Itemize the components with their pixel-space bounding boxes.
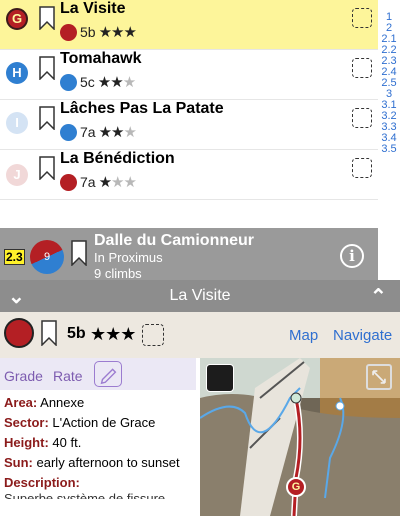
area-line: Area: Annexe [4,395,200,411]
climb-name: La Bénédiction [60,150,175,167]
climb-name: Lâches Pas La Patate [60,100,224,117]
area-value: Annexe [40,395,85,410]
sun-label: Sun: [4,455,33,470]
climb-grade: 5c [80,74,95,90]
route-letter-badge: I [6,112,28,134]
route-letter-badge: G [6,8,28,30]
sun-value: early afternoon to sunset [36,455,180,470]
description-line: Description: [4,475,200,491]
detail-header: ⌄ La Visite ⌃ [0,280,400,312]
route-letter-badge: J [6,164,28,186]
height-value: 40 ft. [52,435,82,450]
sport-type-icon [60,123,77,141]
tick-checkbox[interactable] [352,58,372,78]
route-photo[interactable]: G [200,358,400,516]
bookmark-icon[interactable] [40,320,58,346]
edit-icon[interactable] [94,361,122,387]
detail-toolbar: 5b ★★★ Map Navigate [0,312,400,358]
tick-checkbox[interactable] [142,324,164,346]
sun-line: Sun: early afternoon to sunset [4,455,200,471]
height-line: Height: 40 ft. [4,435,200,451]
climb-row-la-visite[interactable]: G La Visite 5b ★★★ [0,0,378,50]
bookmark-icon[interactable] [70,240,88,266]
climb-row-tomahawk[interactable]: H Tomahawk 5c ★★★ [0,50,378,100]
chevron-up-icon[interactable]: ⌃ [370,284,387,309]
expand-photo-icon[interactable] [366,364,392,390]
bookmark-icon[interactable] [38,156,56,180]
index-item[interactable]: 3.5 [378,144,400,155]
tick-checkbox[interactable] [352,8,372,28]
climb-details: Area: Annexe Sector: L'Action de Grace H… [4,395,200,499]
sector-line: Sector: L'Action de Grace [4,415,200,431]
climb-grade: 5b [80,24,96,40]
tick-checkbox[interactable] [352,108,372,128]
sport-type-icon [60,73,77,91]
detail-title: La Visite [169,287,231,304]
stars-rating: ★★★ [98,174,137,191]
climb-meta: 5b ★★★ [60,23,137,41]
grade-button[interactable]: Grade [4,368,43,384]
climb-row-laches-pas-la-patate[interactable]: I Lâches Pas La Patate 7a ★★★ [0,100,378,150]
map-link[interactable]: Map [289,327,318,344]
detail-stars: ★★★ [90,324,136,344]
climb-name: La Visite [60,0,126,17]
bookmark-icon[interactable] [38,56,56,80]
area-label: Area: [4,395,38,410]
climb-grade: 7a [80,174,96,190]
climb-types-icon [206,364,234,392]
description-value: Superbe système de fissure [4,491,166,499]
climb-list: G La Visite 5b ★★★ H Tomahawk 5c ★★★ I L… [0,0,378,200]
area-name: Dalle du Camionneur [94,232,255,249]
sector-label: Sector: [4,415,49,430]
section-index[interactable]: 1 2 2.1 2.2 2.3 2.4 2.5 3 3.1 3.2 3.3 3.… [378,12,400,155]
climb-grade: 7a [80,124,96,140]
trad-type-icon [60,23,77,41]
height-label: Height: [4,435,49,450]
climb-meta: 7a ★★★ [60,123,137,141]
area-row[interactable]: 2.3 9 Dalle du Camionneur In Proximus 9 … [0,228,378,281]
sector-value: L'Action de Grace [52,415,156,430]
bookmark-icon[interactable] [38,106,56,130]
bookmark-icon[interactable] [38,6,56,30]
climb-row-la-benediction[interactable]: J La Bénédiction 7a ★★★ [0,150,378,200]
info-icon[interactable]: i [340,244,364,268]
climb-meta: 5c ★★★ [60,73,136,91]
climb-name: Tomahawk [60,50,142,67]
area-parent: In Proximus [94,250,163,265]
detail-grade: 5b [67,325,86,342]
area-grade-badge: 2.3 [4,249,25,265]
area-climb-count: 9 climbs [94,266,142,281]
grade-rate-row: Grade Rate [0,358,196,390]
climb-meta: 7a ★★★ [60,173,137,191]
navigate-link[interactable]: Navigate [333,327,392,344]
route-marker[interactable]: G [286,477,306,497]
stars-rating: ★★★ [98,124,137,141]
grade-distribution-pie: 9 [30,240,64,274]
stars-rating: ★★★ [98,24,137,41]
stars-rating: ★★★ [97,74,136,91]
trad-type-icon [4,318,34,348]
route-letter-badge: H [6,62,28,84]
trad-type-icon [60,173,77,191]
tick-checkbox[interactable] [352,158,372,178]
description-label: Description: [4,475,80,490]
rate-button[interactable]: Rate [53,368,83,384]
